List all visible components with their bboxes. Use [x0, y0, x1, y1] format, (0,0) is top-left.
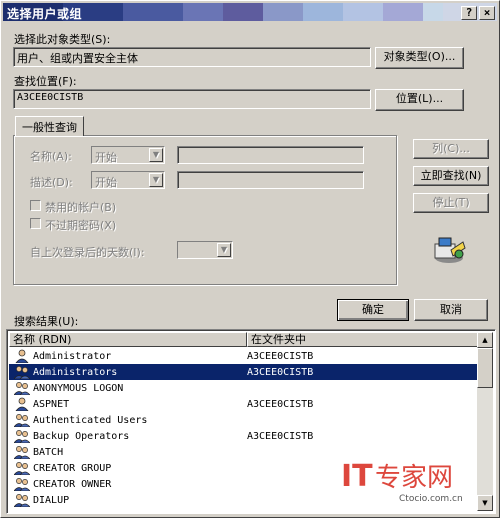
search-flashlight-icon — [434, 237, 466, 263]
group-icon — [13, 381, 31, 395]
column-header-folder[interactable]: 在文件夹中 — [247, 332, 479, 347]
search-results-label: 搜索结果(U): — [14, 315, 79, 328]
window-title: 选择用户或组 — [7, 7, 83, 21]
description-mode-value: 开始 — [95, 176, 117, 189]
chevron-down-icon: ▼ — [149, 148, 163, 162]
chevron-down-icon: ▼ — [149, 173, 163, 187]
table-row[interactable]: ASPNET A3CEE0CISTB — [9, 396, 481, 412]
svg-text:Ctocio.com.cn: Ctocio.com.cn — [399, 494, 463, 504]
row-name: BATCH — [33, 446, 64, 458]
non-expiring-password-label: 不过期密码(X) — [45, 219, 117, 232]
row-name-cell: BATCH — [9, 445, 247, 459]
user-icon — [14, 397, 30, 411]
list-header: 名称 (RDN) 在文件夹中 — [9, 332, 479, 347]
svg-text:专家网: 专家网 — [375, 463, 453, 493]
row-folder: A3CEE0CISTB — [247, 366, 314, 378]
close-button[interactable]: × — [479, 6, 495, 20]
object-type-label: 选择此对象类型(S): — [14, 33, 111, 46]
row-name: ANONYMOUS LOGON — [33, 382, 124, 394]
description-label: 描述(D): — [30, 176, 73, 189]
location-label: 查找位置(F): — [14, 75, 77, 88]
object-types-button[interactable]: 对象类型(O)... — [375, 47, 464, 69]
stop-button[interactable]: 停止(T) — [413, 193, 489, 213]
find-now-button[interactable]: 立即查找(N) — [413, 166, 489, 186]
row-name: Authenticated Users — [33, 414, 148, 426]
watermark-logo: IT 专家网 Ctocio.com.cn — [341, 456, 491, 506]
title-bar[interactable]: 选择用户或组 ? × — [3, 3, 497, 21]
row-name: CREATOR OWNER — [33, 478, 112, 490]
disabled-accounts-checkbox[interactable] — [30, 200, 41, 211]
select-users-groups-dialog: 选择用户或组 ? × 选择此对象类型(S): 用户、组或内置安全主体 对象类型(… — [0, 0, 500, 518]
group-icon — [13, 413, 31, 427]
ok-button[interactable]: 确定 — [337, 299, 409, 321]
name-mode-select[interactable]: 开始 ▼ — [91, 146, 165, 164]
cancel-button[interactable]: 取消 — [414, 299, 488, 321]
row-name-cell: Backup Operators — [9, 429, 247, 443]
help-button[interactable]: ? — [461, 6, 477, 20]
row-name-cell: Authenticated Users — [9, 413, 247, 427]
location-field: A3CEE0CISTB — [13, 89, 371, 109]
description-mode-select[interactable]: 开始 ▼ — [91, 171, 165, 189]
table-row[interactable]: Backup Operators A3CEE0CISTB — [9, 428, 481, 444]
row-name-cell: CREATOR GROUP — [9, 461, 247, 475]
description-input[interactable] — [177, 171, 364, 189]
row-name-cell: Administrator — [9, 349, 247, 363]
group-icon — [13, 429, 31, 443]
chevron-down-icon: ▼ — [217, 243, 231, 257]
row-name: ASPNET — [33, 398, 70, 410]
object-type-field: 用户、组或内置安全主体 — [13, 47, 371, 67]
group-icon — [13, 477, 31, 491]
row-name: CREATOR GROUP — [33, 462, 112, 474]
row-folder: A3CEE0CISTB — [247, 398, 314, 410]
table-row[interactable]: ANONYMOUS LOGON — [9, 380, 481, 396]
days-since-logon-label: 自上次登录后的天数(I): — [30, 246, 145, 259]
disabled-accounts-label: 禁用的帐户(B) — [45, 201, 117, 214]
table-row[interactable]: Authenticated Users — [9, 412, 481, 428]
row-name-cell: DIALUP — [9, 493, 247, 507]
non-expiring-password-checkbox[interactable] — [30, 218, 41, 229]
column-header-name[interactable]: 名称 (RDN) — [9, 332, 247, 347]
row-name: Administrator — [33, 350, 112, 362]
name-input[interactable] — [177, 146, 364, 164]
name-label: 名称(A): — [30, 150, 72, 163]
group-icon — [13, 365, 31, 379]
locations-button[interactable]: 位置(L)... — [375, 89, 464, 111]
row-name-cell: CREATOR OWNER — [9, 477, 247, 491]
name-mode-value: 开始 — [95, 151, 117, 164]
group-icon — [13, 445, 31, 459]
scroll-up-icon[interactable]: ▲ — [477, 332, 493, 348]
group-icon — [13, 461, 31, 475]
row-name: DIALUP — [33, 494, 70, 506]
table-row[interactable]: Administrators A3CEE0CISTB — [9, 364, 481, 380]
row-name: Backup Operators — [33, 430, 130, 442]
group-icon — [13, 493, 31, 507]
table-row[interactable]: Administrator A3CEE0CISTB — [9, 348, 481, 364]
tab-general-query[interactable]: 一般性查询 — [15, 116, 84, 136]
row-name-cell: ANONYMOUS LOGON — [9, 381, 247, 395]
row-folder: A3CEE0CISTB — [247, 430, 314, 442]
user-icon — [14, 349, 30, 363]
days-since-logon-select[interactable]: ▼ — [177, 241, 233, 259]
columns-button[interactable]: 列(C)... — [413, 139, 489, 159]
scroll-thumb[interactable] — [477, 348, 493, 388]
row-name: Administrators — [33, 366, 118, 378]
row-folder: A3CEE0CISTB — [247, 350, 314, 362]
row-name-cell: Administrators — [9, 365, 247, 379]
row-name-cell: ASPNET — [9, 397, 247, 411]
svg-text:IT: IT — [341, 459, 373, 494]
